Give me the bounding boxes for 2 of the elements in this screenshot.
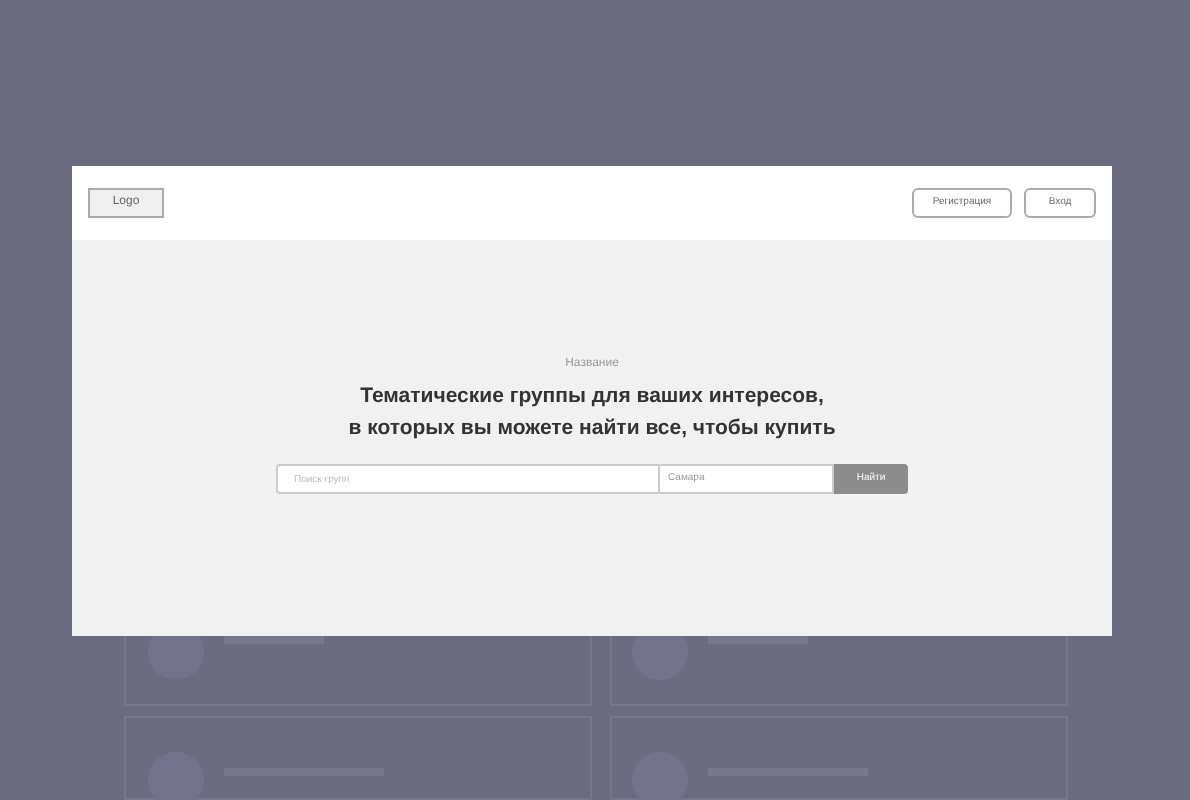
heading-line: Тематические группы для ваших интересов, <box>360 382 824 412</box>
heading-line: в которых вы можете найти все, чтобы купить <box>348 414 836 444</box>
